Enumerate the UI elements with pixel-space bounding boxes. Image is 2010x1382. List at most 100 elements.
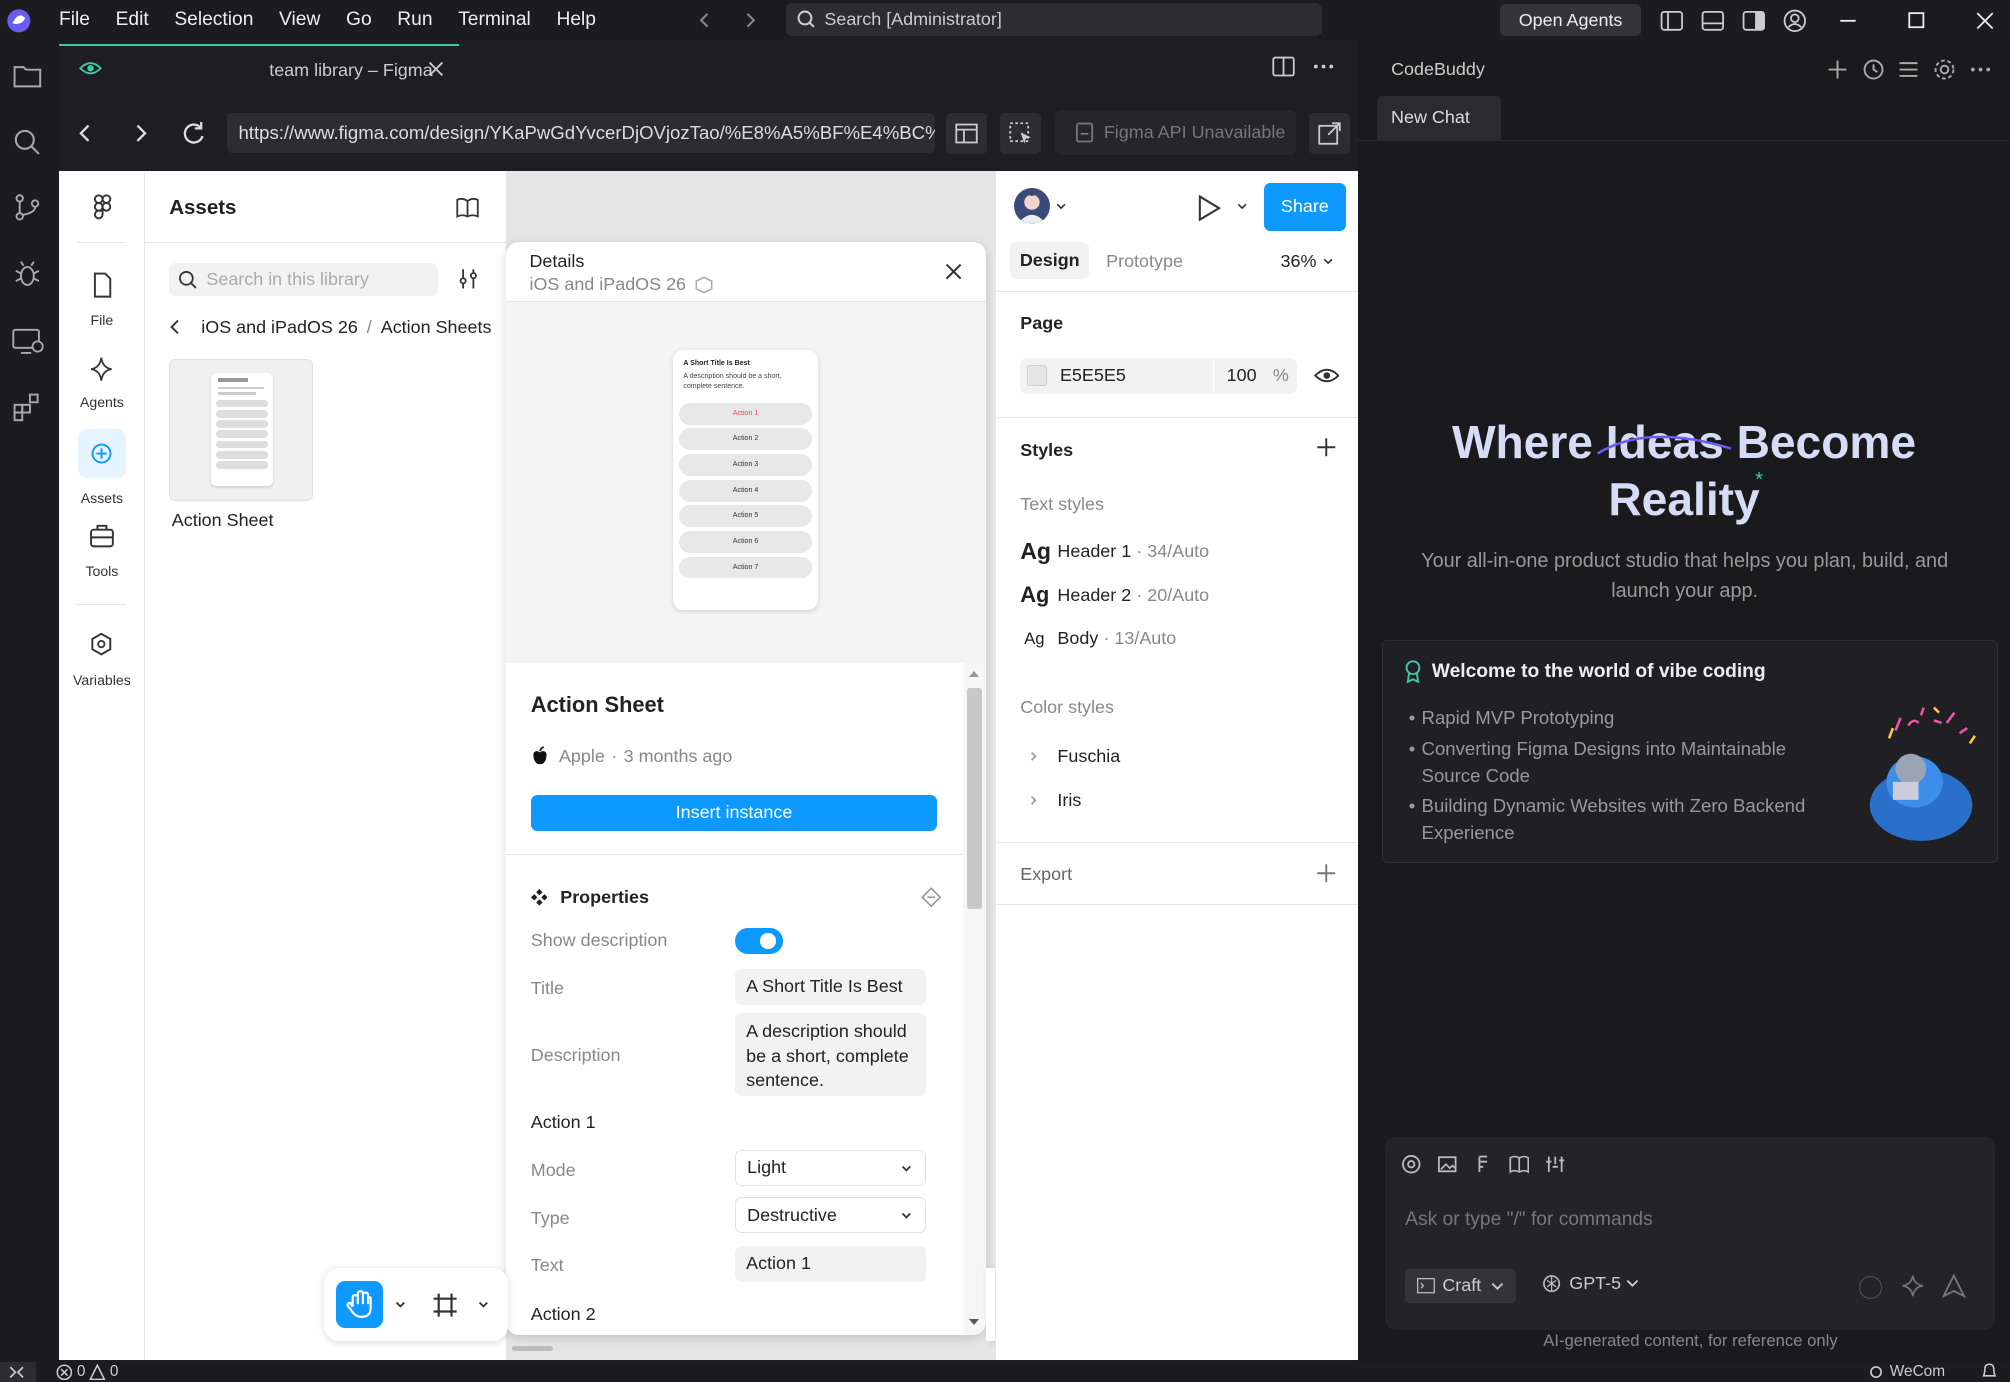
breadcrumb-parent[interactable]: iOS and iPadOS 26: [201, 317, 358, 338]
docs-book-icon[interactable]: [1509, 1154, 1530, 1175]
asset-card-label[interactable]: Action Sheet: [172, 510, 274, 531]
menu-terminal[interactable]: Terminal: [458, 9, 531, 31]
open-external-icon[interactable]: [1309, 112, 1351, 154]
explorer-icon[interactable]: [12, 62, 43, 90]
figma-logo-icon[interactable]: [59, 193, 145, 222]
insert-instance-button[interactable]: Insert instance: [530, 794, 938, 831]
debug-icon[interactable]: [12, 258, 43, 289]
send-icon[interactable]: [1941, 1273, 1967, 1299]
library-book-icon[interactable]: [456, 196, 480, 219]
menu-file[interactable]: File: [59, 9, 90, 31]
zoom-select[interactable]: 36%: [1281, 251, 1334, 272]
menu-run[interactable]: Run: [397, 9, 432, 31]
page-opacity-value[interactable]: 100: [1227, 365, 1257, 386]
menu-edit[interactable]: Edit: [116, 9, 149, 31]
tab-new-chat[interactable]: New Chat: [1376, 96, 1502, 140]
rail-item-file[interactable]: File: [59, 271, 145, 328]
layout-view-icon[interactable]: [946, 112, 988, 154]
color-style-item[interactable]: Iris: [1029, 790, 1081, 811]
horizontal-scroll-thumb[interactable]: [511, 1346, 553, 1352]
toggle-secondary-sidebar-icon[interactable]: [1741, 8, 1767, 34]
user-avatar[interactable]: [1013, 188, 1067, 225]
minimize-icon[interactable]: [1839, 8, 1857, 34]
rules-icon[interactable]: [1545, 1154, 1566, 1175]
reset-properties-icon[interactable]: [920, 887, 942, 908]
list-icon[interactable]: [1897, 58, 1920, 81]
command-search[interactable]: Search [Administrator]: [785, 2, 1322, 36]
mention-icon[interactable]: [1401, 1154, 1422, 1175]
toggle-primary-sidebar-icon[interactable]: [1659, 8, 1685, 34]
page-color-field[interactable]: E5E5E5 100 %: [1020, 357, 1298, 394]
filter-icon[interactable]: [458, 268, 480, 290]
text-style-item[interactable]: Ag Header 2 · 20/Auto: [1020, 582, 1209, 608]
nav-forward-icon[interactable]: [741, 10, 759, 31]
split-editor-icon[interactable]: [1272, 55, 1295, 78]
menu-selection[interactable]: Selection: [174, 9, 253, 31]
hand-tool-button[interactable]: [335, 1280, 384, 1329]
account-icon[interactable]: [1782, 8, 1808, 34]
chevron-down-icon[interactable]: [1237, 203, 1247, 211]
chevron-down-icon[interactable]: [394, 1300, 407, 1310]
text-style-item[interactable]: Ag Header 1 · 34/Auto: [1020, 538, 1209, 565]
text-prop-input[interactable]: Action 1: [734, 1246, 926, 1283]
scroll-up-arrow-icon[interactable]: [969, 670, 980, 677]
scroll-down-arrow-icon[interactable]: [969, 1319, 980, 1325]
library-search-input[interactable]: Search in this library: [169, 262, 439, 297]
show-description-toggle[interactable]: [734, 928, 784, 954]
type-select[interactable]: Destructive: [734, 1197, 926, 1234]
text-style-item[interactable]: Ag Body · 13/Auto: [1020, 628, 1176, 649]
chevron-down-icon[interactable]: [477, 1300, 490, 1310]
rail-item-agents[interactable]: Agents: [59, 355, 145, 410]
nav-back-icon[interactable]: [696, 10, 714, 31]
source-control-icon[interactable]: [12, 192, 43, 223]
scrollbar-thumb[interactable]: [966, 688, 983, 909]
tab-prototype[interactable]: Prototype: [1106, 251, 1183, 272]
open-agents-button[interactable]: Open Agents: [1500, 3, 1642, 36]
settings-gear-icon[interactable]: [1933, 58, 1956, 81]
close-icon[interactable]: [944, 262, 963, 281]
rail-item-variables[interactable]: Variables: [59, 630, 145, 688]
figma-icon[interactable]: [1473, 1154, 1494, 1175]
mode-select[interactable]: Light: [734, 1150, 926, 1186]
history-icon[interactable]: [1862, 58, 1885, 81]
reload-icon[interactable]: [173, 113, 214, 154]
tab-design[interactable]: Design: [1009, 242, 1090, 280]
color-style-item[interactable]: Fuschia: [1029, 746, 1120, 767]
present-play-icon[interactable]: [1196, 194, 1222, 222]
chat-input[interactable]: Ask or type "/" for commands: [1405, 1209, 1653, 1231]
notifications-bell-icon[interactable]: [1981, 1363, 1998, 1381]
menu-view[interactable]: View: [279, 9, 320, 31]
model-selector[interactable]: GPT-5: [1542, 1273, 1639, 1294]
chevron-left-icon[interactable]: [169, 318, 182, 336]
browser-back-icon[interactable]: [77, 123, 95, 144]
new-chat-icon[interactable]: [1826, 58, 1849, 81]
description-prop-input[interactable]: A description should be a short, complet…: [734, 1012, 926, 1097]
enhance-prompt-icon[interactable]: [1900, 1273, 1926, 1299]
select-element-icon[interactable]: [1000, 112, 1042, 154]
more-actions-icon[interactable]: [1969, 58, 1992, 81]
toggle-panel-icon[interactable]: [1700, 8, 1726, 34]
frame-tool-icon[interactable]: [431, 1291, 459, 1319]
extensions-icon[interactable]: [12, 392, 43, 423]
wecom-indicator[interactable]: WeCom: [1869, 1363, 1945, 1381]
search-icon[interactable]: [12, 127, 43, 158]
menu-help[interactable]: Help: [556, 9, 596, 31]
remote-explorer-icon[interactable]: [11, 326, 45, 357]
rail-item-tools[interactable]: Tools: [59, 522, 145, 579]
close-window-icon[interactable]: [1976, 8, 1994, 34]
title-prop-input[interactable]: A Short Title Is Best: [734, 969, 926, 1006]
menu-go[interactable]: Go: [346, 9, 372, 31]
share-button[interactable]: Share: [1263, 183, 1346, 231]
image-icon[interactable]: [1437, 1154, 1458, 1175]
add-export-icon[interactable]: [1316, 863, 1337, 884]
maximize-icon[interactable]: [1908, 8, 1926, 34]
details-scrollbar[interactable]: [962, 662, 986, 1335]
tab-close-icon[interactable]: [427, 60, 445, 78]
visibility-eye-icon[interactable]: [1313, 364, 1340, 387]
tab-figma[interactable]: team library – Figma: [58, 43, 459, 95]
browser-forward-icon[interactable]: [131, 123, 149, 144]
add-style-icon[interactable]: [1316, 437, 1337, 458]
rail-item-assets[interactable]: Assets: [59, 429, 145, 506]
asset-card-thumbnail[interactable]: [169, 358, 313, 502]
page-color-value[interactable]: E5E5E5: [1060, 365, 1126, 386]
